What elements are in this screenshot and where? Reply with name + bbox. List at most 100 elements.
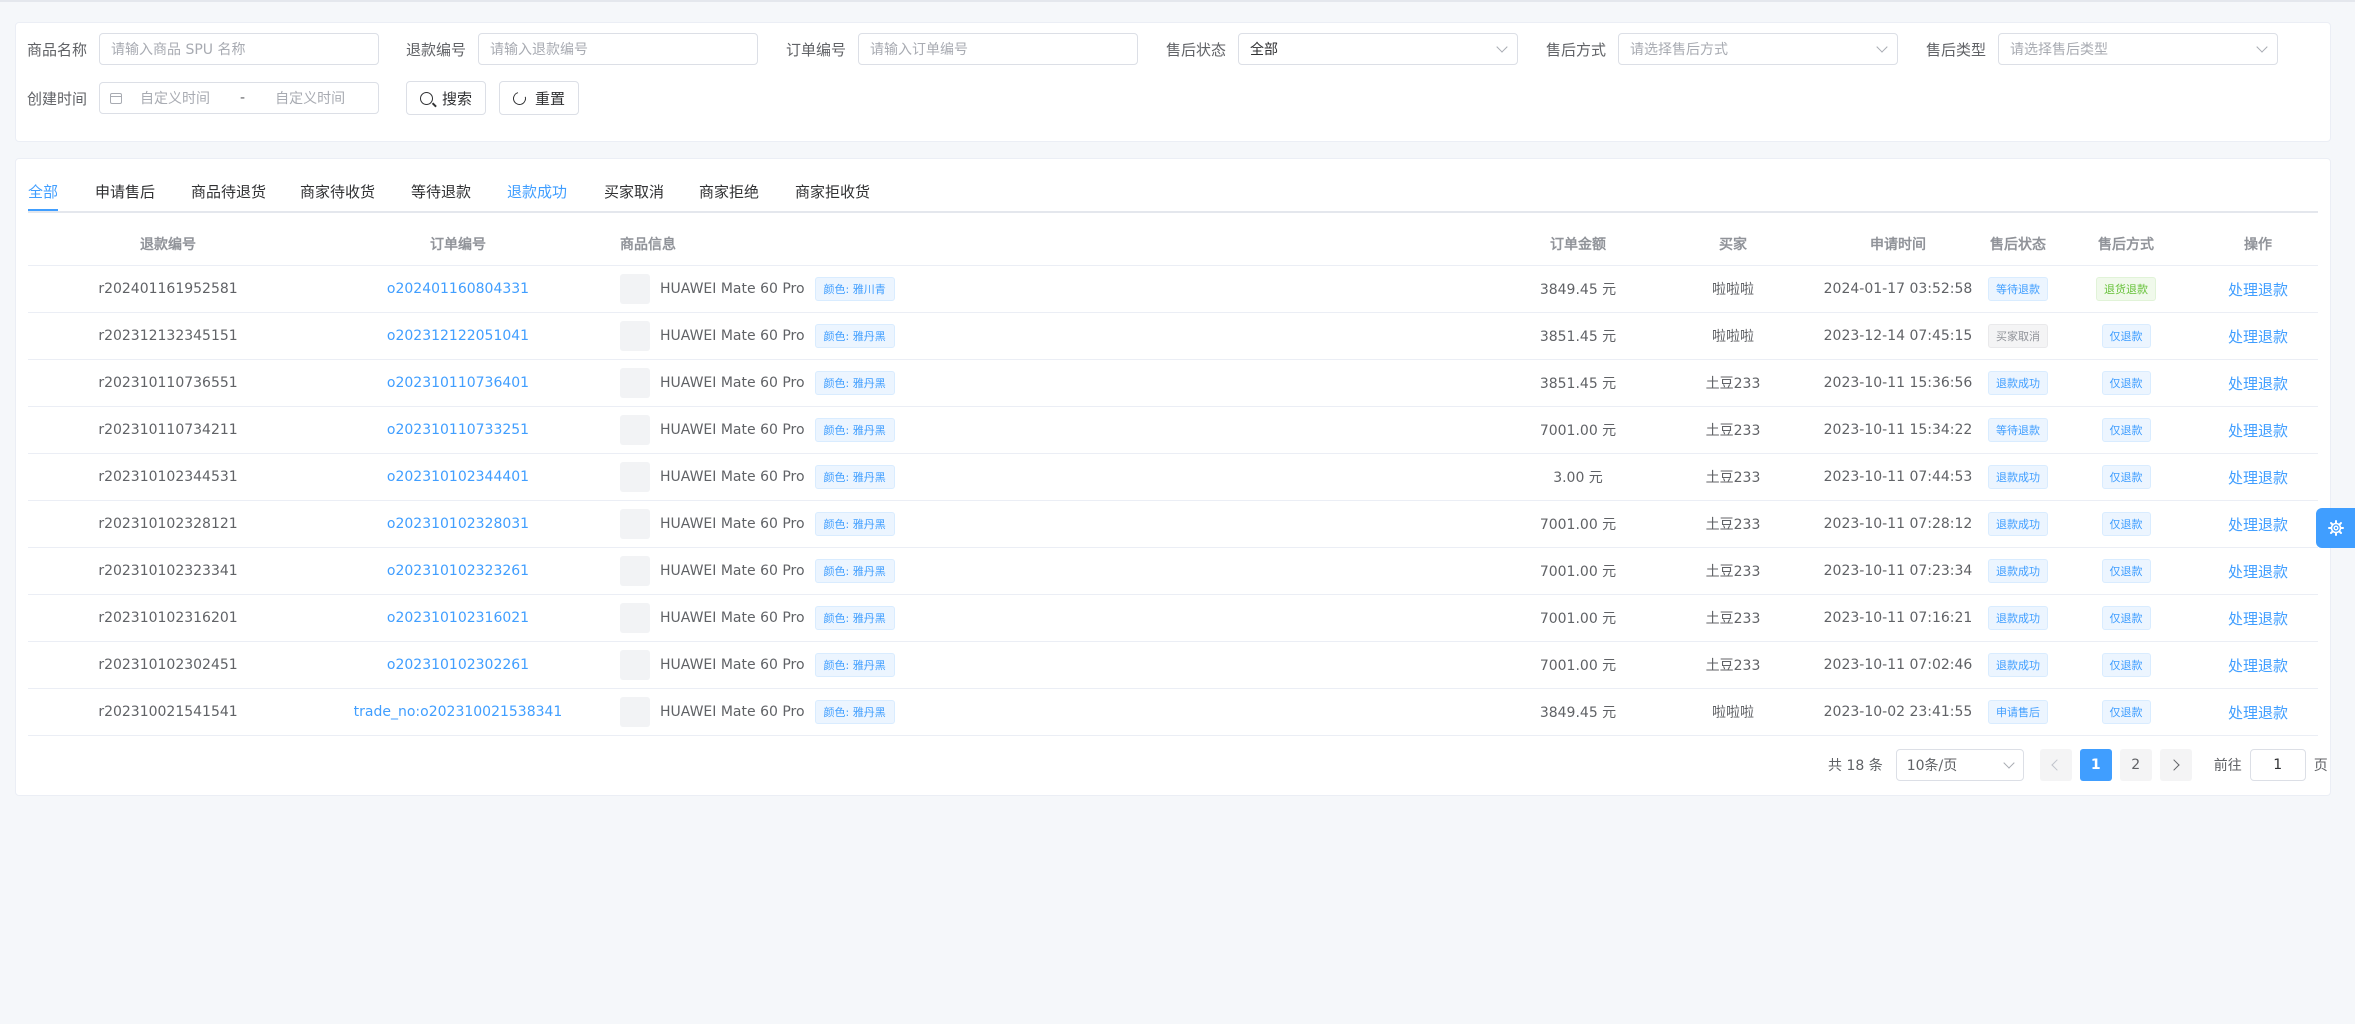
- process-refund-link[interactable]: 处理退款: [2228, 608, 2288, 629]
- product-name: HUAWEI Mate 60 Pro: [660, 516, 805, 532]
- aftersale-status-label: 售后状态: [1166, 40, 1227, 59]
- order-no-link[interactable]: o202312122051041: [387, 328, 529, 344]
- search-button[interactable]: 搜索: [406, 81, 486, 115]
- end-date-input[interactable]: 自定义时间: [275, 88, 345, 108]
- product-name: HUAWEI Mate 60 Pro: [660, 422, 805, 438]
- tab-merchant-rejected[interactable]: 商家拒绝: [699, 181, 759, 202]
- process-refund-link[interactable]: 处理退款: [2228, 514, 2288, 535]
- tab-apply-aftersale[interactable]: 申请售后: [95, 181, 155, 202]
- chevron-down-icon: [1496, 41, 1508, 53]
- product-name: HUAWEI Mate 60 Pro: [660, 610, 805, 626]
- way-badge: 仅退款: [2101, 559, 2151, 583]
- refund-no-cell: r202310102316201: [98, 610, 238, 626]
- product-name-input[interactable]: 请输入商品 SPU 名称: [99, 33, 380, 65]
- amount-cell: 3849.45 元: [1539, 705, 1617, 721]
- product-spec-tag: 颜色: 雅丹黑: [814, 371, 895, 395]
- refund-no-cell: r202310021541541: [98, 704, 238, 720]
- order-no-link[interactable]: o202310102328031: [387, 516, 529, 532]
- order-no-link[interactable]: o202310102302261: [387, 657, 529, 673]
- product-spec-tag: 颜色: 雅丹黑: [814, 465, 895, 489]
- chevron-down-icon: [2003, 757, 2015, 769]
- reset-button[interactable]: 重置: [499, 81, 579, 115]
- table-row: r202310110736551 o202310110736401 HUAWEI M…: [28, 360, 2318, 407]
- start-date-input[interactable]: 自定义时间: [140, 88, 210, 108]
- process-refund-link[interactable]: 处理退款: [2228, 655, 2288, 676]
- product-info-cell: HUAWEI Mate 60 Pro 颜色: 雅丹黑: [620, 313, 1320, 359]
- refund-no-cell: r202310102323341: [98, 563, 238, 579]
- process-refund-link[interactable]: 处理退款: [2228, 702, 2288, 723]
- product-info-cell: HUAWEI Mate 60 Pro 颜色: 雅丹黑: [620, 689, 1320, 735]
- goto-page-input[interactable]: 1: [2249, 749, 2306, 781]
- product-thumbnail: [620, 321, 650, 351]
- product-info-cell: HUAWEI Mate 60 Pro 颜色: 雅丹黑: [620, 595, 1320, 641]
- create-time-range-picker[interactable]: 自定义时间 - 自定义时间: [99, 82, 380, 114]
- product-info-cell: HUAWEI Mate 60 Pro 颜色: 雅丹黑: [620, 548, 1320, 594]
- amount-cell: 3851.45 元: [1539, 329, 1617, 345]
- process-refund-link[interactable]: 处理退款: [2228, 467, 2288, 488]
- chevron-down-icon: [1876, 41, 1888, 53]
- status-badge: 等待退款: [1988, 418, 2048, 442]
- table-header: 退款编号 订单编号 商品信息 订单金额 买家 申请时间 售后状态 售后方式 操作: [28, 223, 2318, 266]
- tab-merchant-refused[interactable]: 商家拒收货: [795, 181, 870, 202]
- goto-prefix: 前往: [2213, 758, 2242, 774]
- amount-cell: 7001.00 元: [1539, 517, 1617, 533]
- way-badge: 仅退款: [2101, 512, 2151, 536]
- status-badge: 退款成功: [1988, 606, 2048, 630]
- tab-buyer-cancelled[interactable]: 买家取消: [604, 181, 664, 202]
- process-refund-link[interactable]: 处理退款: [2228, 373, 2288, 394]
- amount-cell: 7001.00 元: [1539, 564, 1617, 580]
- order-no-link[interactable]: o202310102344401: [387, 469, 529, 485]
- status-badge: 退款成功: [1988, 371, 2048, 395]
- table-row: r202310102302451 o202310102302261 HUAWEI M…: [28, 642, 2318, 689]
- amount-cell: 7001.00 元: [1539, 611, 1617, 627]
- prev-page-button[interactable]: [2039, 749, 2072, 781]
- status-badge: 申请售后: [1988, 700, 2048, 724]
- product-thumbnail: [620, 415, 650, 445]
- page-2-button[interactable]: 2: [2119, 749, 2152, 781]
- buyer-cell: 土豆233: [1705, 470, 1761, 486]
- order-no-link[interactable]: o202310102316021: [387, 610, 529, 626]
- product-spec-tag: 颜色: 雅丹黑: [814, 606, 895, 630]
- tab-all[interactable]: 全部: [28, 181, 59, 211]
- tab-refund-success[interactable]: 退款成功: [507, 181, 567, 202]
- process-refund-link[interactable]: 处理退款: [2228, 561, 2288, 582]
- tab-awaiting-refund[interactable]: 等待退款: [411, 181, 471, 202]
- product-spec-tag: 颜色: 雅丹黑: [814, 324, 895, 348]
- process-refund-link[interactable]: 处理退款: [2228, 326, 2288, 347]
- order-no-label: 订单编号: [786, 40, 847, 59]
- tab-merchant-receiving[interactable]: 商家待收货: [300, 181, 375, 202]
- aftersale-way-select[interactable]: 请选择售后方式: [1618, 33, 1899, 65]
- order-no-input[interactable]: 请输入订单编号: [858, 33, 1139, 65]
- col-product: 商品信息: [620, 237, 676, 253]
- settings-tab[interactable]: [2316, 508, 2355, 548]
- gear-icon: [2327, 520, 2344, 536]
- table-row: r202310021541541 trade_no:o20231002153834…: [28, 689, 2318, 736]
- table-row: r202310102328121 o202310102328031 HUAWEI M…: [28, 501, 2318, 548]
- total-count: 共 18 条: [1828, 758, 1883, 774]
- table-row: r202310110734211 o202310110733251 HUAWEI M…: [28, 407, 2318, 454]
- order-no-link[interactable]: o202310110733251: [387, 422, 529, 438]
- aftersale-status-select[interactable]: 全部: [1238, 33, 1519, 65]
- order-no-link[interactable]: o202310110736401: [387, 375, 529, 391]
- buyer-cell: 啦啦啦: [1712, 705, 1754, 721]
- next-page-button[interactable]: [2159, 749, 2192, 781]
- process-refund-link[interactable]: 处理退款: [2228, 279, 2288, 300]
- product-spec-tag: 颜色: 雅丹黑: [814, 512, 895, 536]
- page-1-button[interactable]: 1: [2079, 749, 2112, 781]
- product-thumbnail: [620, 274, 650, 304]
- tab-awaiting-return[interactable]: 商品待退货: [191, 181, 266, 202]
- way-badge: 仅退款: [2101, 465, 2151, 489]
- aftersale-type-select[interactable]: 请选择售后类型: [1998, 33, 2279, 65]
- col-refund-no: 退款编号: [140, 237, 196, 253]
- product-info-cell: HUAWEI Mate 60 Pro 颜色: 雅丹黑: [620, 501, 1320, 547]
- page-size-select[interactable]: 10条/页: [1895, 749, 2024, 781]
- buyer-cell: 土豆233: [1705, 376, 1761, 392]
- refund-no-input[interactable]: 请输入退款编号: [478, 33, 759, 65]
- top-divider: [0, 0, 2355, 2]
- order-no-link[interactable]: trade_no:o202310021538341: [354, 704, 563, 720]
- process-refund-link[interactable]: 处理退款: [2228, 420, 2288, 441]
- refund-list-panel: 全部 申请售后 商品待退货 商家待收货 等待退款 退款成功 买家取消 商家拒绝 …: [15, 158, 2331, 796]
- product-name: HUAWEI Mate 60 Pro: [660, 563, 805, 579]
- order-no-link[interactable]: o202401160804331: [387, 281, 529, 297]
- order-no-link[interactable]: o202310102323261: [387, 563, 529, 579]
